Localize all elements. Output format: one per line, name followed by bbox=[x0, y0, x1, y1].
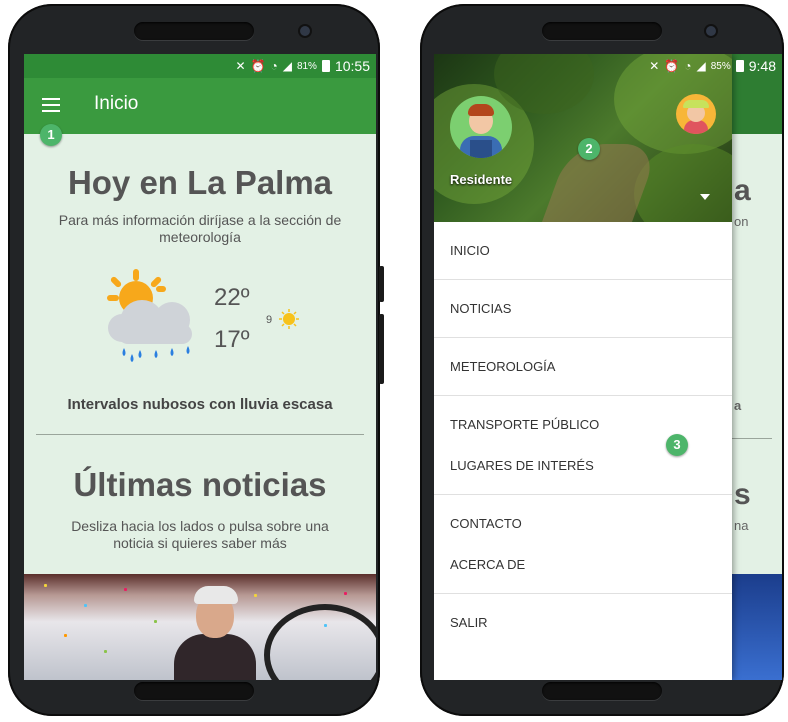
status-bar: ✕ ⏰ ◔ ◢ 81% 10:55 bbox=[24, 54, 376, 78]
background-text-fragment: on bbox=[734, 214, 749, 229]
annotation-badge-1: 1 bbox=[40, 124, 62, 146]
runner-headband bbox=[194, 586, 238, 604]
battery-percent: 85% bbox=[710, 60, 731, 72]
wifi-icon: ◔ bbox=[684, 59, 692, 73]
drawer-menu: INICIO NOTICIAS METEOROLOGÍA TRANSPORTE … bbox=[434, 222, 732, 651]
battery-percent: 81% bbox=[296, 60, 317, 72]
menu-item-salir[interactable]: SALIR bbox=[434, 602, 732, 643]
background-text-fragment: a bbox=[734, 174, 751, 207]
menu-item-inicio[interactable]: INICIO bbox=[434, 230, 732, 271]
drawer-header: Residente bbox=[434, 54, 732, 222]
front-camera bbox=[706, 26, 716, 36]
volume-button bbox=[379, 266, 384, 302]
phone-right: a on a s na Residente INICIO NOTICIAS ME… bbox=[420, 4, 784, 716]
battery-icon bbox=[321, 60, 330, 72]
temp-low: 17º bbox=[214, 326, 250, 353]
today-heading: Hoy en La Palma bbox=[67, 164, 333, 201]
bike-wheel bbox=[264, 604, 376, 680]
background-divider bbox=[732, 438, 772, 439]
screen-home: ✕ ⏰ ◔ ◢ 81% 10:55 Inicio 1 Hoy en La Pal… bbox=[24, 54, 376, 680]
runner-body bbox=[174, 634, 256, 680]
uv-index: 9 bbox=[266, 314, 273, 326]
menu-item-meteorologia[interactable]: METEOROLOGÍA bbox=[434, 346, 732, 387]
status-time: 9:48 bbox=[748, 58, 776, 74]
user-avatar[interactable] bbox=[450, 96, 512, 158]
menu-item-transporte[interactable]: TRANSPORTE PÚBLICO bbox=[434, 404, 732, 445]
sun-cloud-rain-icon bbox=[107, 269, 192, 362]
menu-item-lugares[interactable]: LUGARES DE INTERÉS bbox=[434, 445, 732, 486]
user-role: Residente bbox=[450, 172, 513, 187]
status-time: 10:55 bbox=[334, 58, 370, 74]
power-button bbox=[379, 314, 384, 384]
today-subtitle: Para más información diríjase a la secci… bbox=[58, 212, 342, 245]
front-camera bbox=[300, 26, 310, 36]
annotation-badge-3: 3 bbox=[666, 434, 688, 456]
top-speaker bbox=[542, 22, 662, 40]
alarm-icon: ⏰ bbox=[250, 59, 266, 73]
page-title: Inicio bbox=[94, 93, 139, 114]
signal-icon: ◢ bbox=[282, 59, 292, 73]
bottom-speaker bbox=[134, 682, 254, 700]
bottom-speaker bbox=[542, 682, 662, 700]
weather-description: Intervalos nubosos con lluvia escasa bbox=[67, 396, 333, 413]
secondary-avatar[interactable] bbox=[676, 94, 716, 134]
signal-icon: ◢ bbox=[696, 59, 706, 73]
mute-icon: ✕ bbox=[649, 59, 660, 73]
status-bar: ✕ ⏰ ◔ ◢ 85% 9:48 bbox=[434, 54, 782, 78]
news-subtitle: Desliza hacia los lados o pulsa sobre un… bbox=[71, 518, 329, 551]
temp-high: 22º bbox=[214, 284, 250, 311]
background-text-fragment: s bbox=[734, 478, 751, 511]
annotation-badge-2: 2 bbox=[578, 138, 600, 160]
news-carousel-image[interactable] bbox=[24, 574, 376, 680]
alarm-icon: ⏰ bbox=[664, 59, 680, 73]
wifi-icon: ◔ bbox=[270, 59, 278, 73]
dropdown-caret-icon[interactable] bbox=[700, 194, 710, 200]
phone-left: ✕ ⏰ ◔ ◢ 81% 10:55 Inicio 1 Hoy en La Pal… bbox=[8, 4, 384, 716]
news-heading: Últimas noticias bbox=[73, 466, 327, 503]
background-text-fragment: a bbox=[734, 398, 742, 413]
sun-icon bbox=[279, 309, 299, 329]
screen-drawer: a on a s na Residente INICIO NOTICIAS ME… bbox=[434, 54, 782, 680]
mute-icon: ✕ bbox=[235, 59, 246, 73]
background-text-fragment: na bbox=[734, 518, 749, 533]
menu-item-acerca[interactable]: ACERCA DE bbox=[434, 544, 732, 585]
menu-icon[interactable] bbox=[42, 98, 60, 112]
menu-item-noticias[interactable]: NOTICIAS bbox=[434, 288, 732, 329]
section-divider bbox=[36, 434, 364, 435]
battery-icon bbox=[735, 60, 744, 72]
menu-item-contacto[interactable]: CONTACTO bbox=[434, 503, 732, 544]
app-bar: Inicio bbox=[24, 78, 376, 134]
top-speaker bbox=[134, 22, 254, 40]
